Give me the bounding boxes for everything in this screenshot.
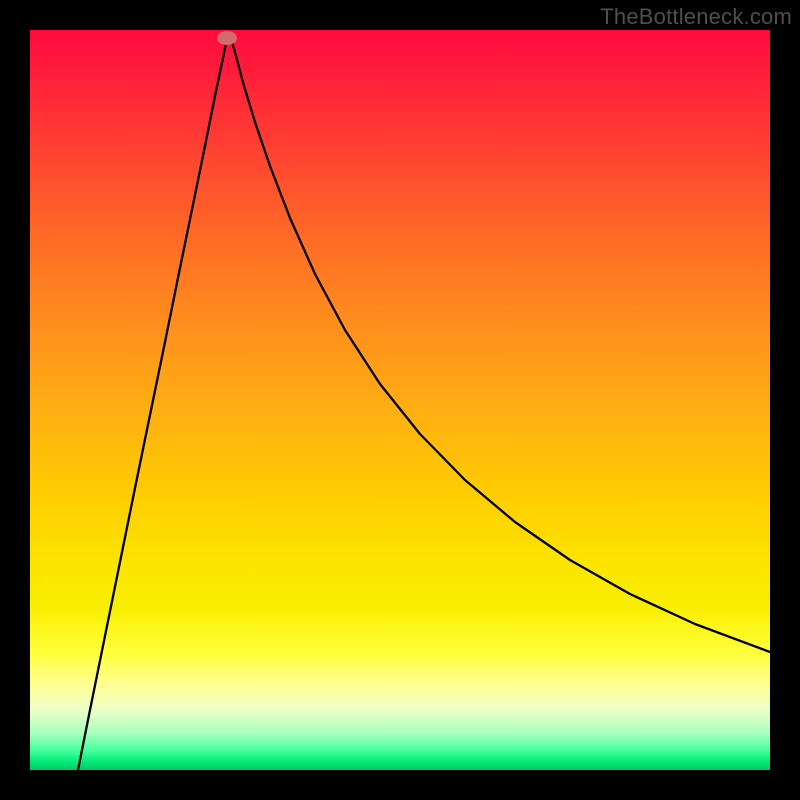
watermark-label: TheBottleneck.com — [600, 4, 792, 30]
curve-right-branch — [231, 38, 770, 652]
chart-frame: TheBottleneck.com — [0, 0, 800, 800]
min-marker — [217, 31, 237, 45]
curve-svg — [30, 30, 770, 770]
plot-area — [30, 30, 770, 770]
curve-left-branch — [78, 38, 227, 770]
